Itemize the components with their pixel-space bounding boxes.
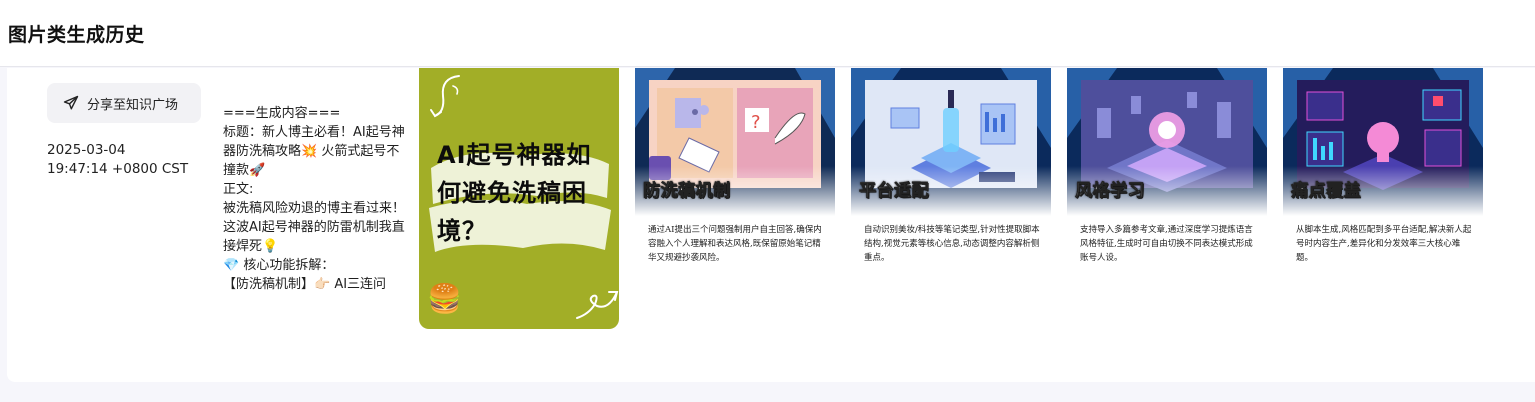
content-line: 标题：新人博主必看！AI起号神器防洗稿攻略💥 火箭式起号不撞款🚀 <box>223 125 405 178</box>
svg-text:?: ? <box>751 112 761 133</box>
tile-title: 风格学习 <box>1075 181 1145 202</box>
content-line: 这波AI起号神器的防雷机制我直接焊死💡 <box>223 220 405 254</box>
generation-date: 2025-03-04 <box>47 142 126 158</box>
content-line: 💎 核心功能拆解： <box>223 258 335 273</box>
page-title: 图片类生成历史 <box>8 24 145 46</box>
cover-headline: AI起号神器如何避免洗稿困境？ <box>437 141 592 245</box>
tile-description: 支持导入多篇参考文章,通过深度学习提炼语言风格特征,生成时可自由切换不同表达模式… <box>1080 225 1253 263</box>
burger-icon: 🍔 <box>427 282 462 315</box>
share-button-label: 分享至知识广场 <box>87 97 179 113</box>
content-line: 【防洗稿机制】👉🏻 AI三连问 <box>223 277 387 292</box>
generated-image-tile[interactable]: 风格学习 支持导入多篇参考文章,通过深度学习提炼语言风格特征,生成时可自由切换不… <box>1067 68 1267 329</box>
generation-timestamp: 2025-03-04 19:47:14 +0800 CST <box>47 141 188 179</box>
generated-image-tile[interactable]: 痛点覆盖 从脚本生成,风格匹配到多平台适配,解决新人起号时内容生产,差异化和分发… <box>1283 68 1483 329</box>
tile-description: 自动识别美妆/科技等笔记类型,针对性提取脚本结构,视觉元素等核心信息,动态调整内… <box>864 225 1040 263</box>
history-record-card: 分享至知识广场 2025-03-04 19:47:14 +0800 CST ==… <box>7 68 1535 382</box>
tile-description: 通过AI提出三个问题强制用户自主回答,确保内容融入个人理解和表达风格,既保留原始… <box>648 225 822 263</box>
tile-title: 平台适配 <box>859 181 929 202</box>
content-line: 正文: <box>223 182 254 197</box>
top-bar: 图片类生成历史 <box>0 0 1535 67</box>
doodle-arrow-icon <box>430 75 460 118</box>
content-line: ===生成内容=== <box>223 106 341 121</box>
content-line: 被洗稿风险劝退的博主看过来！ <box>223 201 406 216</box>
generated-image-tile[interactable]: 平台适配 自动识别美妆/科技等笔记类型,针对性提取脚本结构,视觉元素等核心信息,… <box>851 68 1051 329</box>
generation-time: 19:47:14 +0800 CST <box>47 161 189 177</box>
cover-image[interactable]: AI起号神器如何避免洗稿困境？ 🍔 <box>419 68 619 329</box>
send-icon <box>63 95 79 110</box>
tile-description: 从脚本生成,风格匹配到多平台适配,解决新人起号时内容生产,差异化和分发效率三大核… <box>1296 225 1472 263</box>
generated-content-text: ===生成内容=== 标题：新人博主必看！AI起号神器防洗稿攻略💥 火箭式起号不… <box>223 104 411 366</box>
tile-title: 防洗稿机制 <box>643 181 731 202</box>
tile-title: 痛点覆盖 <box>1291 181 1361 202</box>
generated-image-tile[interactable]: ? 防洗稿机制 通过AI提出三个问题强制用户自主回答,确保内容融入个人理解和表达… <box>635 68 835 329</box>
doodle-swirl-icon <box>576 291 619 319</box>
share-to-knowledge-square-button[interactable]: 分享至知识广场 <box>47 83 201 123</box>
